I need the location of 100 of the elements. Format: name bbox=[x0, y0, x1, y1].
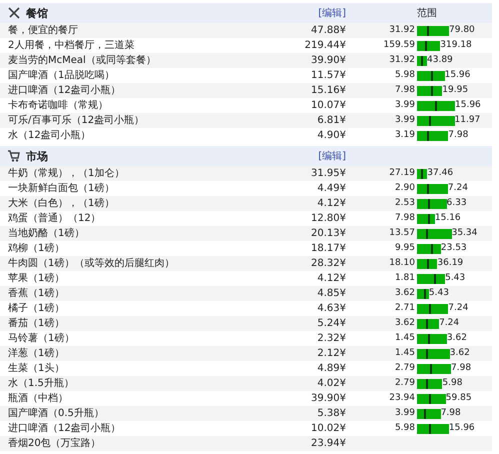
price: 39.90¥ bbox=[310, 392, 346, 406]
range-low: 3.19 bbox=[394, 129, 416, 142]
price: 5.38¥ bbox=[316, 407, 346, 421]
item-name: 洋葱（1磅） bbox=[8, 346, 66, 361]
price: 4.12¥ bbox=[316, 272, 346, 286]
price: 11.57¥ bbox=[310, 69, 346, 83]
range-low: 23.94 bbox=[388, 392, 416, 405]
price: 47.88¥ bbox=[310, 24, 346, 38]
price: 31.95¥ bbox=[310, 167, 346, 181]
price: 2.32¥ bbox=[316, 332, 346, 346]
price: 6.81¥ bbox=[316, 114, 346, 128]
range-low: 1.45 bbox=[394, 347, 416, 360]
item-name: 麦当劳的McMeal（或同等套餐） bbox=[8, 54, 157, 68]
range-low: 2.90 bbox=[394, 182, 416, 195]
item-name: 橘子（1磅） bbox=[8, 302, 66, 316]
range-high: 6.33 bbox=[446, 197, 467, 210]
column-header: 范围 bbox=[417, 6, 438, 20]
price: 4.85¥ bbox=[316, 287, 346, 301]
range-low: 2.71 bbox=[394, 302, 416, 315]
item-name: 苹果（1磅） bbox=[8, 272, 66, 286]
price: 5.24¥ bbox=[316, 317, 346, 331]
range-low: 18.10 bbox=[388, 257, 416, 270]
range-high: 15.96 bbox=[455, 99, 481, 112]
range-high: 19.95 bbox=[442, 84, 468, 97]
range-high: 36.19 bbox=[437, 257, 464, 270]
item-name: 牛肉圆（1磅）（或等效的后腿红肉） bbox=[8, 256, 176, 271]
range-high: 5.98 bbox=[442, 377, 462, 390]
range-low: 1.45 bbox=[394, 332, 416, 345]
price: 219.44¥ bbox=[304, 39, 346, 53]
range-high: 3.62 bbox=[446, 332, 467, 345]
item-name: 一块新鲜白面包（1磅） bbox=[8, 182, 116, 196]
item-name: 进口啤酒（12盎司小瓶） bbox=[8, 422, 122, 436]
range-low: 13.57 bbox=[388, 227, 416, 240]
range-low: 2.79 bbox=[394, 377, 416, 390]
range-low: 9.95 bbox=[394, 242, 416, 255]
item-name: 国产啤酒（1品脱吃喝） bbox=[8, 68, 116, 83]
item-name: 水（12盎司小瓶） bbox=[8, 128, 92, 143]
range-low: 3.99 bbox=[394, 99, 416, 112]
range-high: 23.53 bbox=[440, 242, 467, 255]
range-low: 1.81 bbox=[394, 272, 416, 285]
section-title: 市场 bbox=[26, 148, 48, 164]
item-name: 水（1.5升瓶） bbox=[8, 376, 75, 391]
range-low: 2.53 bbox=[394, 197, 416, 210]
price: 2.12¥ bbox=[316, 347, 346, 361]
price: 4.89¥ bbox=[316, 362, 346, 376]
price: 10.07¥ bbox=[310, 99, 346, 113]
range-low: 3.62 bbox=[394, 287, 416, 300]
range-high: 15.16 bbox=[434, 212, 461, 225]
range-high: 7.98 bbox=[451, 362, 472, 375]
range-high: 7.98 bbox=[448, 129, 468, 142]
range-high: 7.24 bbox=[439, 317, 460, 330]
price: 23.94¥ bbox=[310, 437, 346, 451]
range-high: 79.80 bbox=[449, 24, 475, 37]
range-low: 3.99 bbox=[394, 114, 416, 127]
item-name: 当地奶酪（1磅） bbox=[8, 226, 86, 241]
price: 39.90¥ bbox=[310, 54, 346, 68]
range-high: 15.96 bbox=[448, 422, 475, 435]
range-low: 27.19 bbox=[388, 167, 416, 180]
range-low: 7.98 bbox=[394, 212, 416, 225]
item-name: 生菜（1头） bbox=[8, 362, 66, 376]
price: 15.16¥ bbox=[310, 84, 346, 98]
range-high: 15.96 bbox=[444, 69, 470, 82]
item-name: 进口啤酒（12盎司小瓶） bbox=[8, 84, 122, 98]
edit-link[interactable]: [编辑] bbox=[276, 6, 346, 20]
item-name: 卡布奇诺咖啡（常规） bbox=[8, 98, 109, 113]
range-high: 5.43 bbox=[445, 272, 466, 285]
range-high: 35.34 bbox=[452, 227, 478, 240]
range-low: 3.99 bbox=[394, 407, 416, 420]
range-low: 5.98 bbox=[394, 69, 416, 82]
range-high: 7.98 bbox=[440, 407, 461, 420]
price: 10.02¥ bbox=[310, 422, 346, 436]
item-name: 国产啤酒（0.5升瓶） bbox=[8, 406, 105, 421]
range-high: 59.85 bbox=[446, 392, 472, 405]
range-high: 11.97 bbox=[454, 114, 480, 127]
edit-link[interactable]: [编辑] bbox=[276, 148, 346, 164]
item-name: 鸡蛋（普通）（12） bbox=[8, 212, 102, 226]
price: 20.13¥ bbox=[310, 227, 346, 241]
price: 4.02¥ bbox=[316, 377, 346, 391]
item-name: 香烟20包（万宝路） bbox=[8, 436, 102, 451]
item-name: 大米（白色），（1磅） bbox=[8, 196, 116, 211]
section-title: 餐馆 bbox=[26, 6, 48, 20]
range-high: 37.46 bbox=[427, 167, 454, 180]
range-high: 319.18 bbox=[440, 39, 472, 52]
item-name: 鸡柳（1磅） bbox=[8, 242, 66, 256]
price: 4.63¥ bbox=[316, 302, 346, 316]
item-name: 牛奶（常规），（1加仑） bbox=[8, 166, 126, 181]
range-low: 3.62 bbox=[394, 317, 416, 330]
range-low: 2.79 bbox=[394, 362, 416, 375]
item-name: 马铃薯（1磅） bbox=[8, 332, 76, 346]
price: 18.17¥ bbox=[310, 242, 346, 256]
price: 12.80¥ bbox=[310, 212, 346, 226]
range-high: 3.62 bbox=[450, 347, 470, 360]
range-high: 7.24 bbox=[448, 302, 468, 315]
item-name: 香蕉（1磅） bbox=[8, 286, 66, 301]
cart-icon bbox=[8, 150, 20, 162]
item-name: 餐，便宜的餐厅 bbox=[8, 24, 79, 38]
item-name: 2人用餐，中档餐厅，三道菜 bbox=[8, 38, 136, 53]
range-high: 43.89 bbox=[427, 54, 453, 67]
item-name: 可乐/百事可乐（12盎司小瓶） bbox=[8, 114, 146, 128]
price: 28.32¥ bbox=[310, 257, 346, 271]
